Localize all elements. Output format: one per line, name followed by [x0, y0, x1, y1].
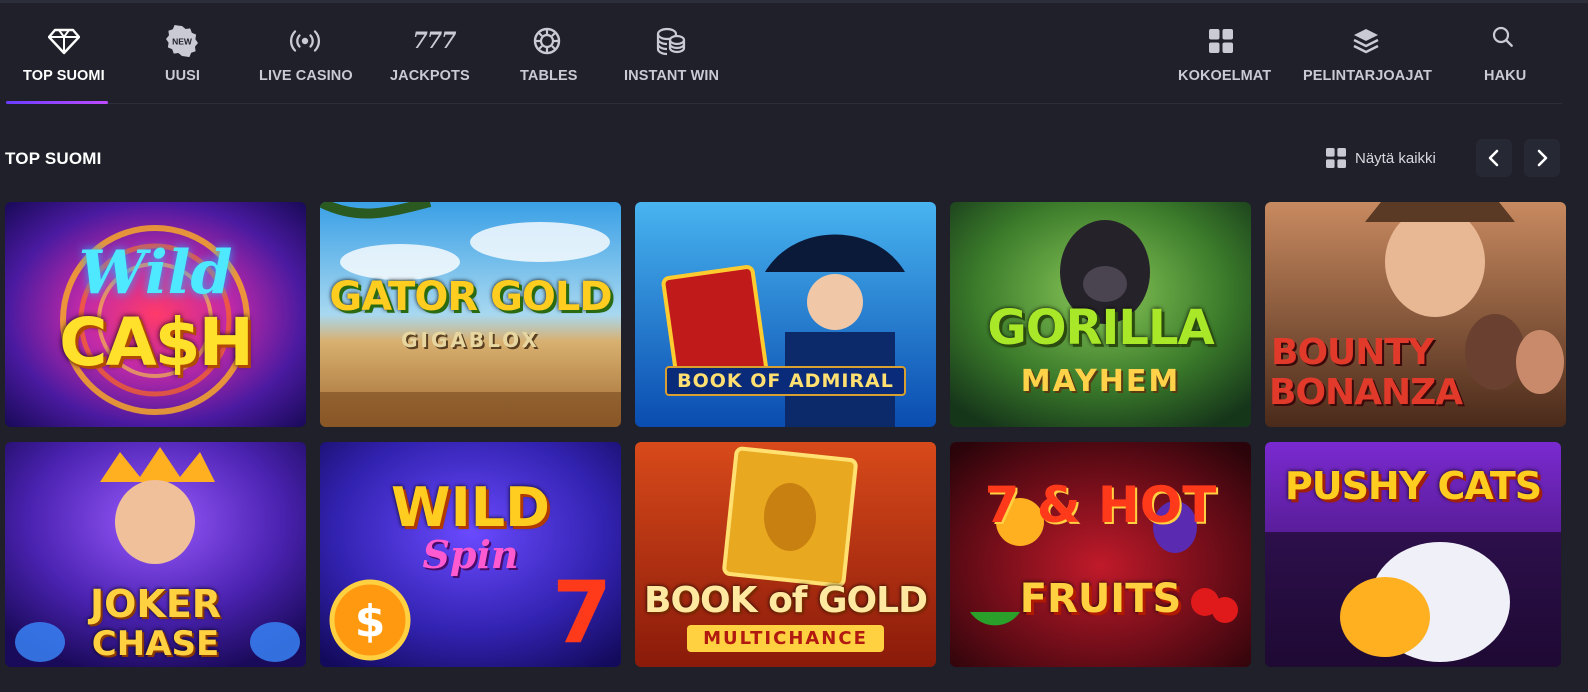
- game-tile-7-hot-fruits[interactable]: 7 & HOT FRUITS: [950, 442, 1251, 667]
- carousel-prev-button[interactable]: [1476, 139, 1512, 177]
- nav-item-pelintarjoajat[interactable]: PELINTARJOAJAT: [1303, 0, 1432, 100]
- search-icon: [1486, 20, 1520, 54]
- 777-icon: 777: [412, 28, 457, 54]
- game-title: JOKER: [89, 582, 222, 626]
- game-tile-pushy-cats[interactable]: PUSHY CATS: [1265, 442, 1561, 667]
- game-title: 7 & HOT: [984, 476, 1217, 534]
- section-title: TOP SUOMI: [5, 149, 102, 168]
- game-title: PUSHY CATS: [1284, 464, 1542, 508]
- nav-item-live-casino[interactable]: LIVE CASINO: [259, 0, 353, 100]
- game-title: GATOR GOLD: [329, 274, 612, 320]
- nav-divider: [6, 103, 1562, 104]
- game-title: Wild: [78, 238, 233, 308]
- nav-label: UUSI: [165, 68, 201, 84]
- game-tile-gator-gold[interactable]: GATOR GOLD GIGABLOX: [320, 202, 621, 427]
- nav-item-jackpots[interactable]: 777 JACKPOTS: [390, 0, 470, 100]
- nav-label: JACKPOTS: [390, 68, 470, 84]
- category-nav: TOP SUOMI NEW UUSI LIVE CASINO 777 JACKP…: [0, 0, 1588, 104]
- game-tile-wild-cash[interactable]: Wild CA$H: [5, 202, 306, 427]
- svg-text:$: $: [355, 596, 386, 647]
- game-tile-book-of-admiral[interactable]: BOOK OF ADMIRAL: [635, 202, 936, 427]
- coins-stack-icon: [654, 24, 688, 58]
- view-all-link[interactable]: Näytä kaikki: [1326, 146, 1436, 170]
- chevron-right-icon: [1537, 149, 1548, 167]
- game-title: BOOK of GOLD: [644, 580, 928, 621]
- nav-item-instant-win[interactable]: INSTANT WIN: [624, 0, 720, 100]
- nav-label: INSTANT WIN: [624, 68, 720, 84]
- game-title: BOOK OF ADMIRAL: [635, 366, 936, 396]
- chevron-left-icon: [1488, 149, 1499, 167]
- game-subtitle: FRUITS: [1019, 576, 1182, 622]
- nav-label: TABLES: [520, 68, 578, 84]
- svg-text:7: 7: [552, 563, 612, 663]
- game-subtitle: BONANZA: [1269, 372, 1463, 413]
- game-tile-book-of-gold[interactable]: BOOK of GOLD MULTICHANCE: [635, 442, 936, 667]
- view-all-label: Näytä kaikki: [1355, 149, 1436, 167]
- game-subtitle: CHASE: [91, 624, 220, 664]
- grid-icon: [1204, 24, 1238, 58]
- diamond-icon: [47, 24, 81, 58]
- game-subtitle: CA$H: [59, 304, 254, 381]
- nav-label: HAKU: [1484, 68, 1527, 84]
- game-tile-bounty-bonanza[interactable]: BOUNTY BONANZA: [1265, 202, 1566, 427]
- game-subtitle: MAYHEM: [1020, 364, 1181, 399]
- nav-label: PELINTARJOAJAT: [1303, 68, 1432, 84]
- poker-chip-icon: [530, 24, 564, 58]
- nav-item-uusi[interactable]: NEW UUSI: [163, 0, 201, 100]
- nav-item-top-suomi[interactable]: TOP SUOMI: [23, 0, 105, 100]
- broadcast-icon: [288, 24, 322, 58]
- active-tab-indicator: [6, 101, 108, 104]
- new-badge-icon: NEW: [165, 24, 199, 58]
- nav-item-kokoelmat[interactable]: KOKOELMAT: [1178, 0, 1272, 100]
- game-tile-gorilla-mayhem[interactable]: GORILLA MAYHEM: [950, 202, 1251, 427]
- game-title: WILD: [391, 476, 550, 539]
- game-title: BOUNTY: [1271, 332, 1434, 373]
- nav-label: LIVE CASINO: [259, 68, 353, 84]
- game-title: GORILLA: [987, 300, 1214, 356]
- game-subtitle: GIGABLOX: [401, 328, 540, 352]
- nav-item-tables[interactable]: TABLES: [520, 0, 577, 100]
- grid-icon: [1326, 148, 1346, 168]
- game-subtitle: Spin: [422, 532, 519, 577]
- nav-label: TOP SUOMI: [23, 68, 105, 84]
- nav-label: KOKOELMAT: [1178, 68, 1272, 84]
- game-tile-wild-spin[interactable]: $ 7 WILD Spin: [320, 442, 621, 667]
- svg-text:NEW: NEW: [172, 37, 193, 47]
- nav-item-haku[interactable]: HAKU: [1484, 0, 1526, 100]
- carousel-next-button[interactable]: [1524, 139, 1560, 177]
- game-tile-joker-chase[interactable]: JOKER CHASE: [5, 442, 306, 667]
- layers-icon: [1349, 24, 1383, 58]
- game-subtitle: MULTICHANCE: [635, 625, 936, 652]
